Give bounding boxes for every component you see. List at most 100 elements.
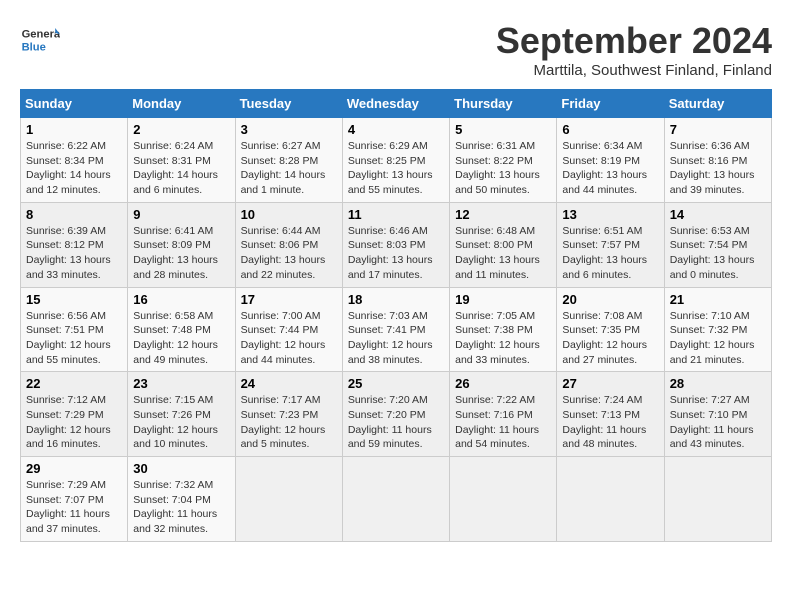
day-number: 22 xyxy=(26,376,122,391)
day-number: 11 xyxy=(348,207,444,222)
weekday-header: Tuesday xyxy=(235,90,342,118)
day-info: Sunrise: 7:27 AMSunset: 7:10 PMDaylight:… xyxy=(670,393,766,452)
calendar-day-cell: 15Sunrise: 6:56 AMSunset: 7:51 PMDayligh… xyxy=(21,287,128,372)
day-info: Sunrise: 7:12 AMSunset: 7:29 PMDaylight:… xyxy=(26,393,122,452)
day-info: Sunrise: 6:34 AMSunset: 8:19 PMDaylight:… xyxy=(562,139,658,198)
calendar-week-row: 15Sunrise: 6:56 AMSunset: 7:51 PMDayligh… xyxy=(21,287,772,372)
day-info: Sunrise: 6:41 AMSunset: 8:09 PMDaylight:… xyxy=(133,224,229,283)
day-info: Sunrise: 7:29 AMSunset: 7:07 PMDaylight:… xyxy=(26,478,122,537)
calendar-day-cell: 27 Sunrise: 7:24 AMSunset: 7:13 PMDayligh… xyxy=(557,372,664,457)
day-number: 18 xyxy=(348,292,444,307)
calendar-table: SundayMondayTuesdayWednesdayThursdayFrid… xyxy=(20,89,772,542)
weekday-header: Friday xyxy=(557,90,664,118)
calendar-day-cell: 28Sunrise: 7:27 AMSunset: 7:10 PMDayligh… xyxy=(664,372,771,457)
calendar-day-cell: 30 Sunrise: 7:32 AMSunset: 7:04 PMDayligh… xyxy=(128,457,235,542)
day-info: Sunrise: 6:53 AMSunset: 7:54 PMDaylight:… xyxy=(670,224,766,283)
calendar-day-cell: 24Sunrise: 7:17 AMSunset: 7:23 PMDayligh… xyxy=(235,372,342,457)
day-number: 23 xyxy=(133,376,229,391)
day-number: 29 xyxy=(26,461,122,476)
weekday-header: Monday xyxy=(128,90,235,118)
day-info: Sunrise: 6:22 AMSunset: 8:34 PMDaylight:… xyxy=(26,139,122,198)
day-number: 13 xyxy=(562,207,658,222)
calendar-day-cell xyxy=(557,457,664,542)
calendar-day-cell: 8 Sunrise: 6:39 AMSunset: 8:12 PMDaylight… xyxy=(21,202,128,287)
calendar-day-cell: 22 Sunrise: 7:12 AMSunset: 7:29 PMDayligh… xyxy=(21,372,128,457)
day-info: Sunrise: 7:17 AMSunset: 7:23 PMDaylight:… xyxy=(241,393,337,452)
svg-text:Blue: Blue xyxy=(22,41,46,53)
day-info: Sunrise: 7:32 AMSunset: 7:04 PMDaylight:… xyxy=(133,478,229,537)
day-info: Sunrise: 6:29 AMSunset: 8:25 PMDaylight:… xyxy=(348,139,444,198)
day-info: Sunrise: 6:27 AMSunset: 8:28 PMDaylight:… xyxy=(241,139,337,198)
calendar-day-cell: 9Sunrise: 6:41 AMSunset: 8:09 PMDaylight… xyxy=(128,202,235,287)
calendar-day-cell xyxy=(450,457,557,542)
day-number: 12 xyxy=(455,207,551,222)
day-number: 26 xyxy=(455,376,551,391)
day-number: 5 xyxy=(455,122,551,137)
calendar-day-cell: 16 Sunrise: 6:58 AMSunset: 7:48 PMDayligh… xyxy=(128,287,235,372)
day-number: 6 xyxy=(562,122,658,137)
day-number: 1 xyxy=(26,122,122,137)
day-number: 8 xyxy=(26,207,122,222)
day-number: 10 xyxy=(241,207,337,222)
day-info: Sunrise: 6:58 AMSunset: 7:48 PMDaylight:… xyxy=(133,309,229,368)
day-number: 2 xyxy=(133,122,229,137)
day-number: 25 xyxy=(348,376,444,391)
calendar-day-cell xyxy=(235,457,342,542)
calendar-day-cell: 12 Sunrise: 6:48 AMSunset: 8:00 PMDayligh… xyxy=(450,202,557,287)
calendar-day-cell: 25 Sunrise: 7:20 AMSunset: 7:20 PMDayligh… xyxy=(342,372,449,457)
calendar-day-cell: 17 Sunrise: 7:00 AMSunset: 7:44 PMDayligh… xyxy=(235,287,342,372)
location-title: Marttila, Southwest Finland, Finland xyxy=(496,62,772,79)
calendar-day-cell: 7Sunrise: 6:36 AMSunset: 8:16 PMDaylight… xyxy=(664,118,771,203)
calendar-day-cell: 20Sunrise: 7:08 AMSunset: 7:35 PMDayligh… xyxy=(557,287,664,372)
day-number: 21 xyxy=(670,292,766,307)
calendar-day-cell xyxy=(664,457,771,542)
day-number: 16 xyxy=(133,292,229,307)
day-info: Sunrise: 7:03 AMSunset: 7:41 PMDaylight:… xyxy=(348,309,444,368)
day-number: 27 xyxy=(562,376,658,391)
day-info: Sunrise: 6:36 AMSunset: 8:16 PMDaylight:… xyxy=(670,139,766,198)
logo-icon: General Blue xyxy=(20,20,60,60)
weekday-header: Sunday xyxy=(21,90,128,118)
calendar-day-cell: 26Sunrise: 7:22 AMSunset: 7:16 PMDayligh… xyxy=(450,372,557,457)
logo: General Blue xyxy=(20,20,64,60)
calendar-day-cell: 11 Sunrise: 6:46 AMSunset: 8:03 PMDayligh… xyxy=(342,202,449,287)
calendar-week-row: 22 Sunrise: 7:12 AMSunset: 7:29 PMDayligh… xyxy=(21,372,772,457)
day-info: Sunrise: 6:24 AMSunset: 8:31 PMDaylight:… xyxy=(133,139,229,198)
day-info: Sunrise: 7:00 AMSunset: 7:44 PMDaylight:… xyxy=(241,309,337,368)
day-info: Sunrise: 6:39 AMSunset: 8:12 PMDaylight:… xyxy=(26,224,122,283)
day-info: Sunrise: 6:48 AMSunset: 8:00 PMDaylight:… xyxy=(455,224,551,283)
calendar-week-row: 1 Sunrise: 6:22 AMSunset: 8:34 PMDaylight… xyxy=(21,118,772,203)
month-title: September 2024 xyxy=(496,20,772,62)
day-info: Sunrise: 6:46 AMSunset: 8:03 PMDaylight:… xyxy=(348,224,444,283)
day-info: Sunrise: 7:15 AMSunset: 7:26 PMDaylight:… xyxy=(133,393,229,452)
calendar-day-cell: 29 Sunrise: 7:29 AMSunset: 7:07 PMDayligh… xyxy=(21,457,128,542)
day-number: 20 xyxy=(562,292,658,307)
day-info: Sunrise: 6:31 AMSunset: 8:22 PMDaylight:… xyxy=(455,139,551,198)
calendar-day-cell: 5 Sunrise: 6:31 AMSunset: 8:22 PMDaylight… xyxy=(450,118,557,203)
calendar-day-cell: 1 Sunrise: 6:22 AMSunset: 8:34 PMDaylight… xyxy=(21,118,128,203)
day-info: Sunrise: 7:24 AMSunset: 7:13 PMDaylight:… xyxy=(562,393,658,452)
day-info: Sunrise: 7:20 AMSunset: 7:20 PMDaylight:… xyxy=(348,393,444,452)
weekday-header: Thursday xyxy=(450,90,557,118)
day-number: 17 xyxy=(241,292,337,307)
day-info: Sunrise: 7:10 AMSunset: 7:32 PMDaylight:… xyxy=(670,309,766,368)
calendar-header-row: SundayMondayTuesdayWednesdayThursdayFrid… xyxy=(21,90,772,118)
calendar-day-cell: 4 Sunrise: 6:29 AMSunset: 8:25 PMDaylight… xyxy=(342,118,449,203)
day-number: 19 xyxy=(455,292,551,307)
calendar-day-cell: 6 Sunrise: 6:34 AMSunset: 8:19 PMDaylight… xyxy=(557,118,664,203)
calendar-day-cell: 14Sunrise: 6:53 AMSunset: 7:54 PMDayligh… xyxy=(664,202,771,287)
calendar-day-cell: 19 Sunrise: 7:05 AMSunset: 7:38 PMDayligh… xyxy=(450,287,557,372)
title-block: September 2024 Marttila, Southwest Finla… xyxy=(496,20,772,79)
calendar-day-cell: 3Sunrise: 6:27 AMSunset: 8:28 PMDaylight… xyxy=(235,118,342,203)
day-number: 30 xyxy=(133,461,229,476)
calendar-week-row: 29 Sunrise: 7:29 AMSunset: 7:07 PMDayligh… xyxy=(21,457,772,542)
day-info: Sunrise: 7:05 AMSunset: 7:38 PMDaylight:… xyxy=(455,309,551,368)
weekday-header: Wednesday xyxy=(342,90,449,118)
calendar-day-cell: 18 Sunrise: 7:03 AMSunset: 7:41 PMDayligh… xyxy=(342,287,449,372)
calendar-day-cell xyxy=(342,457,449,542)
calendar-day-cell: 23 Sunrise: 7:15 AMSunset: 7:26 PMDayligh… xyxy=(128,372,235,457)
svg-text:General: General xyxy=(22,29,60,41)
calendar-week-row: 8 Sunrise: 6:39 AMSunset: 8:12 PMDaylight… xyxy=(21,202,772,287)
day-number: 4 xyxy=(348,122,444,137)
page-header: General Blue September 2024 Marttila, So… xyxy=(20,20,772,79)
